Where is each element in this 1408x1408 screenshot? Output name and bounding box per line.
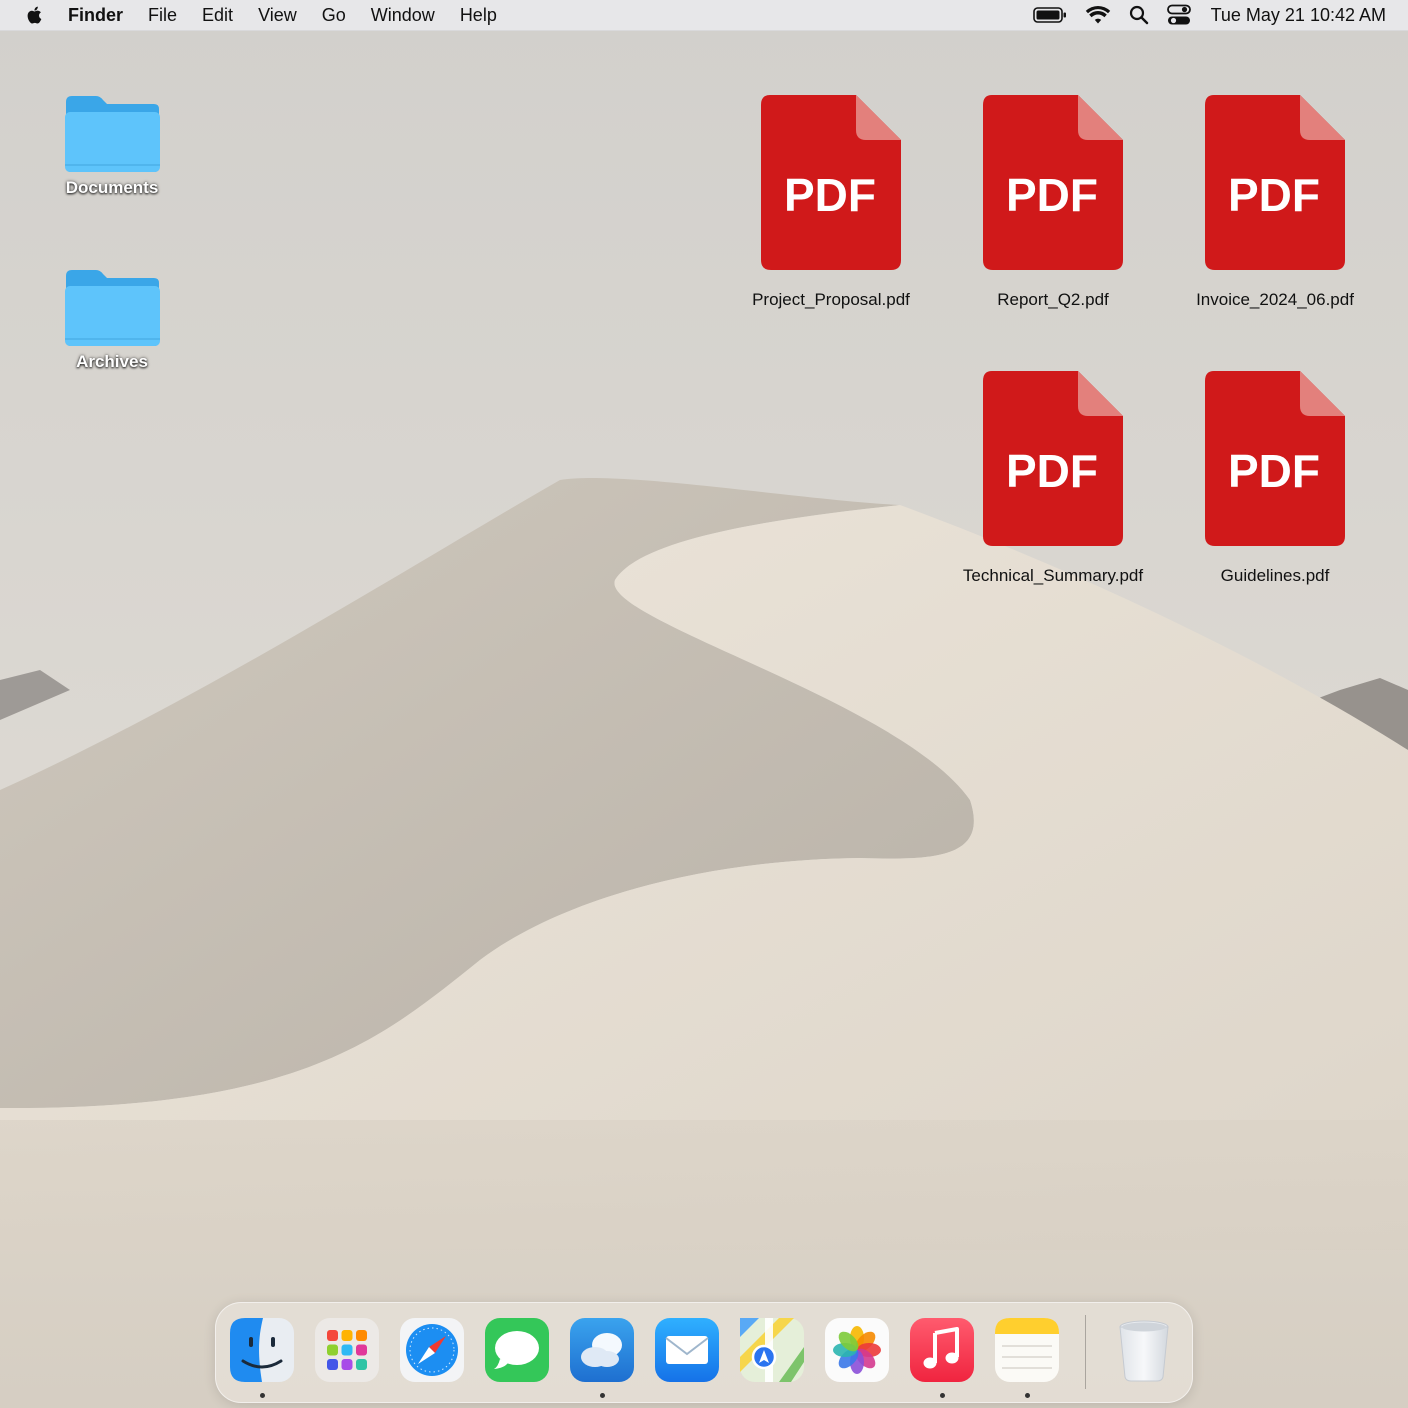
pdf-badge-text: PDF <box>1228 445 1320 497</box>
running-indicator-music <box>940 1393 945 1398</box>
finder-icon <box>230 1318 294 1382</box>
dock-notes[interactable] <box>994 1317 1060 1383</box>
dock-maps[interactable] <box>739 1317 805 1383</box>
status-area: Tue May 21 10:42 AM <box>1015 0 1386 30</box>
pdf-document-icon: PDF <box>1205 371 1345 546</box>
notes-icon <box>995 1318 1059 1382</box>
photos-icon <box>825 1318 889 1382</box>
menu-bar: Finder File Edit View Go Window Help Tue… <box>0 0 1408 31</box>
trash-icon <box>1119 1320 1169 1382</box>
menubar-clock[interactable]: Tue May 21 10:42 AM <box>1211 5 1386 26</box>
menu-file[interactable]: File <box>148 5 177 26</box>
safari-icon <box>400 1318 464 1382</box>
wifi-icon[interactable] <box>1085 5 1111 25</box>
running-indicator-finder <box>260 1393 265 1398</box>
file-project-proposal-pdf[interactable]: PDF Project_Proposal.pdf <box>721 94 941 310</box>
folder-label: Documents <box>65 178 159 197</box>
folder-icon <box>65 270 160 346</box>
running-indicator-weather <box>600 1393 605 1398</box>
dock-mail[interactable] <box>654 1317 720 1383</box>
pdf-document-icon: PDF <box>1205 95 1345 270</box>
folder-label: Archives <box>76 352 148 371</box>
dock-messages[interactable] <box>484 1317 550 1383</box>
weather-icon <box>570 1318 634 1382</box>
pdf-badge-text: PDF <box>1006 445 1098 497</box>
folder-documents[interactable]: Documents <box>42 92 182 198</box>
pdf-document-icon: PDF <box>983 95 1123 270</box>
spotlight-search-icon[interactable] <box>1129 5 1149 25</box>
menu-view[interactable]: View <box>258 5 297 26</box>
pdf-badge-text: PDF <box>1006 169 1098 221</box>
menu-window[interactable]: Window <box>371 5 435 26</box>
file-label: Invoice_2024_06.pdf <box>1196 290 1354 309</box>
battery-icon[interactable] <box>1032 6 1067 24</box>
file-label: Report_Q2.pdf <box>997 290 1109 309</box>
menu-help[interactable]: Help <box>460 5 497 26</box>
control-center-icon[interactable] <box>1166 4 1191 26</box>
dock-separator <box>1085 1315 1086 1389</box>
dock-launchpad[interactable] <box>314 1317 380 1383</box>
folder-archives[interactable]: Archives <box>42 266 182 372</box>
maps-icon <box>740 1318 804 1382</box>
dock <box>215 1302 1193 1403</box>
dock-safari[interactable] <box>399 1317 465 1383</box>
pdf-document-icon: PDF <box>761 95 901 270</box>
file-report-q2-pdf[interactable]: PDF Report_Q2.pdf <box>943 94 1163 310</box>
folder-icon <box>65 96 160 172</box>
file-label: Guidelines.pdf <box>1220 566 1330 585</box>
pdf-badge-text: PDF <box>784 169 876 221</box>
file-label: Project_Proposal.pdf <box>752 290 910 309</box>
dock-trash[interactable] <box>1111 1317 1177 1383</box>
music-icon <box>910 1318 974 1382</box>
file-technical-summary-pdf[interactable]: PDF Technical_Summary.pdf <box>943 370 1163 586</box>
mail-icon <box>655 1318 719 1382</box>
pdf-document-icon: PDF <box>983 371 1123 546</box>
launchpad-icon <box>315 1318 379 1382</box>
pdf-badge-text: PDF <box>1228 169 1320 221</box>
file-guidelines-pdf[interactable]: PDF Guidelines.pdf <box>1165 370 1385 586</box>
dock-weather[interactable] <box>569 1317 635 1383</box>
menu-edit[interactable]: Edit <box>202 5 233 26</box>
dock-photos[interactable] <box>824 1317 890 1383</box>
menu-app-finder[interactable]: Finder <box>68 5 123 26</box>
menu-go[interactable]: Go <box>322 5 346 26</box>
running-indicator-notes <box>1025 1393 1030 1398</box>
file-label: Technical_Summary.pdf <box>962 566 1144 585</box>
messages-icon <box>485 1318 549 1382</box>
file-invoice-2024-06-pdf[interactable]: PDF Invoice_2024_06.pdf <box>1165 94 1385 310</box>
dock-music[interactable] <box>909 1317 975 1383</box>
apple-menu-icon[interactable] <box>24 4 46 26</box>
dock-finder[interactable] <box>229 1317 295 1383</box>
